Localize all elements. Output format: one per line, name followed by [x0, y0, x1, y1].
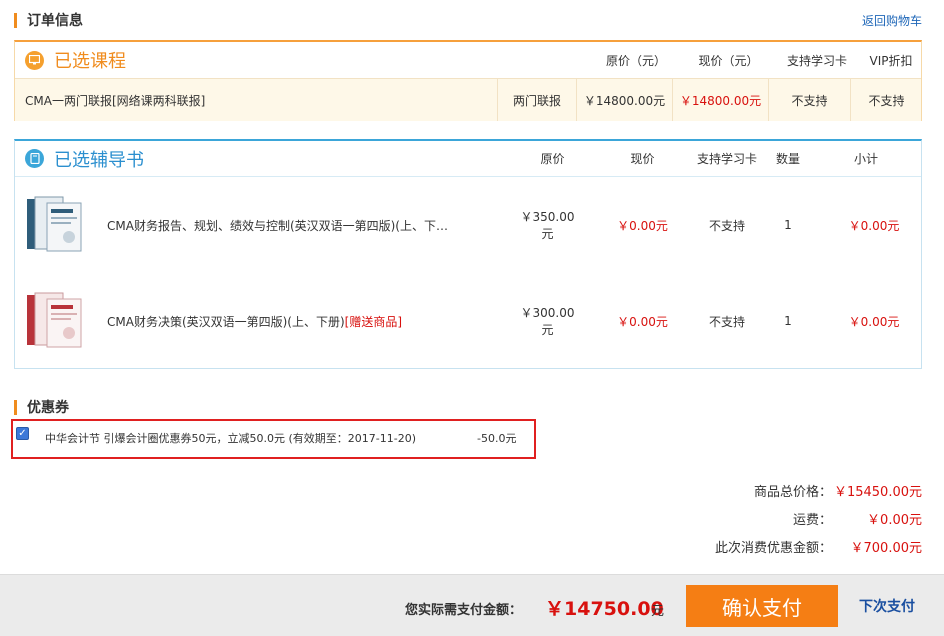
section-marker — [14, 12, 17, 28]
book-row: CMA财务报告、规划、绩效与控制(英汉双语一第四版)(上、下… ￥350.00元… — [15, 177, 921, 273]
course-orig-price: ￥14800.00元 — [576, 79, 672, 121]
book-orig-price: ￥350.00元 — [520, 210, 575, 241]
course-table-header: 已选课程 原价（元） 现价（元） 支持学习卡 VIP折扣 — [15, 42, 921, 79]
goods-total-label: 商品总价格： — [753, 485, 832, 500]
book-cur-price: ￥0.00元 — [617, 314, 668, 329]
shipping-label: 运费： — [792, 513, 832, 528]
coupon-amount: -50.0元 — [477, 432, 517, 445]
goods-total-value: ￥15450.00元 — [833, 485, 922, 500]
book-cover-image[interactable] — [25, 291, 85, 351]
book-study-card: 不支持 — [708, 218, 745, 233]
pay-unit: 元 — [651, 604, 665, 619]
col-book-qty: 数量 — [775, 152, 800, 166]
book-table-header: 已选辅导书 原价 现价 支持学习卡 数量 小计 — [15, 141, 921, 177]
monitor-icon — [25, 50, 44, 70]
book-subtotal: ￥0.00元 — [848, 314, 900, 329]
payment-footer: 您实际需支付金额： ￥14750.00 元 确认支付 下次支付 — [0, 574, 944, 636]
book-qty: 1 — [784, 218, 792, 232]
course-study-card: 不支持 — [768, 79, 850, 121]
shipping-row: 运费： ￥0.00元 — [682, 509, 922, 528]
book-title[interactable]: CMA财务决策(英汉双语一第四版)(上、下册) [赠送商品] — [107, 273, 507, 369]
course-vip: 不支持 — [850, 79, 922, 121]
discount-value: ￥700.00元 — [850, 541, 923, 556]
order-info-title: 订单信息 — [27, 13, 83, 29]
book-cover-image[interactable] — [25, 195, 85, 255]
pay-amount: ￥14750.00 — [545, 598, 664, 620]
order-info-header: 订单信息 — [14, 11, 83, 29]
discount-label: 此次消费优惠金额： — [714, 541, 832, 556]
book-study-card: 不支持 — [708, 314, 745, 329]
col-cur-price: 现价（元） — [698, 53, 759, 68]
col-vip: VIP折扣 — [869, 53, 913, 68]
book-subtotal: ￥0.00元 — [848, 218, 900, 233]
course-section-title: 已选课程 — [54, 51, 126, 72]
col-study-card: 支持学习卡 — [786, 53, 847, 68]
confirm-payment-button[interactable]: 确认支付 — [686, 585, 838, 627]
book-orig-price: ￥300.00元 — [520, 306, 575, 337]
section-marker — [14, 399, 17, 415]
book-row: CMA财务决策(英汉双语一第四版)(上、下册) [赠送商品] ￥300.00元 ￥… — [15, 273, 921, 369]
discount-row: 此次消费优惠金额： ￥700.00元 — [682, 537, 922, 556]
book-qty: 1 — [784, 314, 792, 328]
course-type: 两门联报 — [497, 79, 576, 121]
coupon-title: 优惠券 — [27, 400, 69, 416]
course-name: CMA一两门联报[网络课两科联报] — [25, 93, 206, 108]
course-table: 已选课程 原价（元） 现价（元） 支持学习卡 VIP折扣 CMA一两门联报[网络… — [14, 40, 922, 121]
col-book-subtotal: 小计 — [853, 152, 878, 166]
col-book-orig-price: 原价 — [540, 152, 565, 166]
coupon-checkbox[interactable]: ✓ — [16, 427, 29, 440]
back-to-cart-link[interactable]: 返回购物车 — [862, 12, 922, 29]
goods-total-row: 商品总价格： ￥15450.00元 — [682, 481, 922, 500]
course-row: CMA一两门联报[网络课两科联报] 两门联报 ￥14800.00元 ￥14800… — [15, 79, 921, 121]
coupon-header: 优惠券 — [14, 398, 69, 416]
course-cur-price: ￥14800.00元 — [672, 79, 768, 121]
book-section-title: 已选辅导书 — [54, 149, 144, 171]
book-icon — [25, 149, 44, 168]
shipping-value: ￥0.00元 — [867, 513, 922, 528]
pay-amount-label: 您实际需支付金额： — [405, 603, 523, 618]
col-book-cur-price: 现价 — [630, 152, 655, 166]
col-orig-price: 原价（元） — [605, 53, 666, 68]
pay-later-link[interactable]: 下次支付 — [859, 596, 915, 616]
coupon-description: 中华会计节 引爆会计圈优惠券50元，立减50.0元 (有效期至：2017-11-… — [45, 432, 416, 445]
book-table: 已选辅导书 原价 现价 支持学习卡 数量 小计 CMA财务报告、规划、绩效与控制… — [14, 139, 922, 369]
book-cur-price: ￥0.00元 — [617, 218, 668, 233]
gift-tag: [赠送商品] — [344, 314, 403, 329]
coupon-option: ✓ 中华会计节 引爆会计圈优惠券50元，立减50.0元 (有效期至：2017-1… — [11, 419, 536, 459]
col-book-study-card: 支持学习卡 — [696, 152, 757, 166]
book-title[interactable]: CMA财务报告、规划、绩效与控制(英汉双语一第四版)(上、下… — [107, 177, 507, 273]
